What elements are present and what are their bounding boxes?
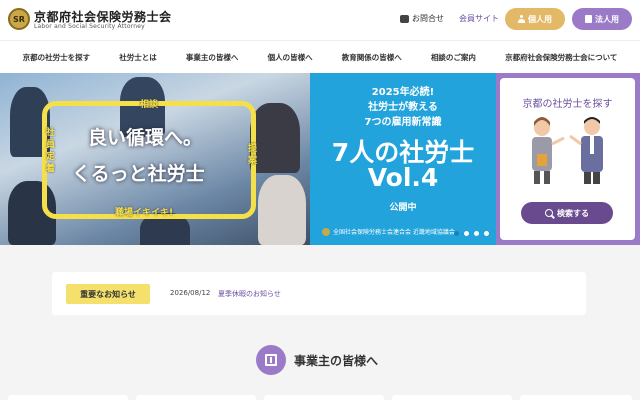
book-icon [265, 354, 277, 366]
notice-date: 2026/08/12 [170, 289, 211, 297]
person-icon [518, 15, 525, 23]
section-title: 事業主の皆様へ [294, 354, 379, 368]
personal-button[interactable]: 個人用 [505, 8, 565, 30]
building-icon [585, 15, 592, 23]
site-subtitle: Labor and Social Security Attorney [34, 23, 145, 30]
hero-banner-cycle[interactable]: 相談 提案 社員定着 職場イキイキ! 良い循環へ。 くるっと社労士 [0, 73, 310, 245]
banner-line-2: 社労士が教える [368, 102, 438, 113]
chat-bubble-icon [400, 14, 409, 23]
card-top [136, 395, 256, 400]
corporate-button[interactable]: 法人用 [572, 8, 632, 30]
contact-label: お問合せ [412, 14, 444, 23]
find-panel: 京都の社労士を探す 検索する [496, 73, 640, 245]
site-header: SR 京都府社会保険労務士会 Labor and Social Security… [0, 0, 640, 40]
card-top [520, 395, 632, 400]
carousel-dots [454, 231, 489, 236]
nav-item-association[interactable]: 京都府社会保険労務士会について [505, 52, 617, 63]
banner-line-1: 2025年必読! [371, 87, 435, 98]
photo-person [258, 175, 306, 245]
nav-item-education[interactable]: 教育関係の皆様へ [342, 52, 402, 63]
cycle-label-propose: 提案 [248, 144, 258, 166]
banner-footer-text: 全国社会保険労務士会連合会 近畿地域協議会 [333, 229, 455, 236]
notice-badge: 重要なお知らせ [66, 284, 150, 304]
nav-item-find[interactable]: 京都の社労士を探す [23, 52, 91, 63]
find-title: 京都の社労士を探す [522, 99, 613, 110]
banner-line-3: 7つの雇用新常識 [364, 117, 442, 128]
find-card: 京都の社労士を探す 検索する [500, 78, 635, 240]
carousel-dot[interactable] [474, 231, 479, 236]
carousel-dot-active[interactable] [454, 231, 459, 236]
search-button[interactable]: 検索する [521, 202, 613, 224]
consultation-illustration-icon [532, 117, 603, 184]
hero-headline-2: くるっと社労士 [72, 163, 205, 185]
cycle-label-lively: 職場イキイキ! [115, 208, 174, 218]
nav-item-individuals[interactable]: 個人の皆様へ [268, 52, 313, 63]
carousel-dot[interactable] [484, 231, 489, 236]
card-top [392, 395, 512, 400]
hero-banner-seven-sr[interactable]: 2025年必読! 社労士が教える 7つの雇用新常識 7人の社労士 Vol.4 公… [310, 73, 496, 245]
carousel-dot[interactable] [464, 231, 469, 236]
personal-button-label: 個人用 [528, 14, 552, 24]
nav-item-employers[interactable]: 事業主の皆様へ [186, 52, 239, 63]
search-button-label: 検索する [557, 208, 589, 218]
contact-link[interactable]: お問合せ [400, 13, 444, 24]
seal-icon [322, 227, 330, 236]
section-icon [256, 345, 286, 375]
logo-emblem-icon[interactable]: SR [8, 8, 30, 30]
banner-footer: 全国社会保険労務士会連合会 近畿地域協議会 [322, 227, 455, 236]
notice-link[interactable]: 夏季休暇のお知らせ [218, 289, 281, 299]
nav-item-consultation[interactable]: 相談のご案内 [431, 52, 476, 63]
hero-headline-1: 良い循環へ。 [88, 127, 203, 149]
corporate-button-label: 法人用 [595, 14, 619, 24]
member-site-link[interactable]: 会員サイト [459, 13, 499, 24]
nav-item-about-sr[interactable]: 社労士とは [119, 52, 157, 63]
cycle-label-consult: 相談 [140, 100, 159, 110]
card-top [264, 395, 384, 400]
card-top [8, 395, 128, 400]
main-nav: 京都の社労士を探す 社労士とは 事業主の皆様へ 個人の皆様へ 教育関係の皆様へ … [0, 40, 640, 73]
banner-status: 公開中 [389, 203, 417, 213]
search-icon [545, 209, 553, 217]
banner-volume: Vol.4 [367, 163, 439, 192]
important-notice: 重要なお知らせ 2026/08/12 夏季休暇のお知らせ [52, 272, 586, 315]
lower-section: 重要なお知らせ 2026/08/12 夏季休暇のお知らせ 事業主の皆様へ [0, 245, 640, 400]
cycle-label-retention: 社員定着 [46, 128, 56, 174]
